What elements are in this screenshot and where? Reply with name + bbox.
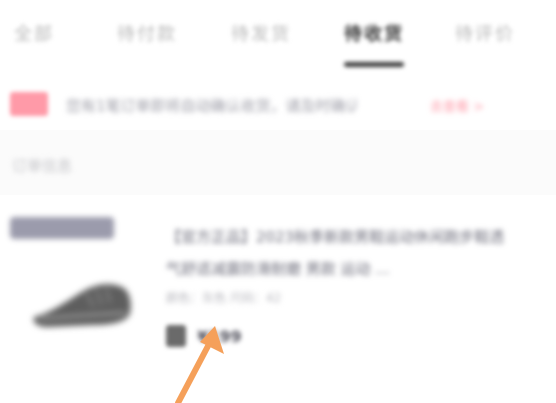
notice-badge [10,92,48,116]
order-status-tabs: 全部 待付款 待发货 待收货 待评价 [0,0,556,80]
tab-pending-receipt[interactable]: 待收货 [344,20,404,50]
active-tab-indicator [344,62,404,67]
tab-pending-review[interactable]: 待评价 [455,20,515,50]
product-title[interactable]: 【官方正品】2023秋季新款男鞋运动休闲跑步鞋透气舒适减震防滑耐磨 男款 运动 … [166,221,506,285]
tab-pending-shipment[interactable]: 待发货 [231,20,291,50]
tab-all[interactable]: 全部 [14,20,54,50]
product-spec: 颜色：灰色 尺码：42 [166,291,282,305]
notice-link[interactable]: 去查看 > [430,96,484,115]
price-text: ¥199 [197,326,242,346]
payment-icon [166,325,186,347]
shop-name[interactable] [10,217,114,239]
notice-text: 您有1笔订单即将自动确认收货，请及时确认收货 [66,97,356,115]
order-card[interactable]: 【官方正品】2023秋季新款男鞋运动休闲跑步鞋透气舒适减震防滑耐磨 男款 运动 … [0,195,556,403]
price-row: ¥199 [166,325,242,351]
product-image[interactable] [30,273,134,333]
notice-bar[interactable]: 您有1笔订单即将自动确认收货，请及时确认收货 去查看 > [0,80,556,130]
tab-pending-payment[interactable]: 待付款 [117,20,177,50]
section-title: 订单信息 [12,157,73,175]
order-list-screen: 全部 待付款 待发货 待收货 待评价 您有1笔订单即将自动确认收货，请及时确认收… [0,0,556,403]
